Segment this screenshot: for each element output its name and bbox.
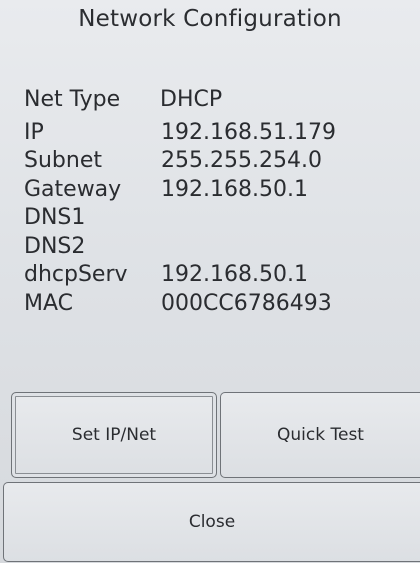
set-ip-net-button[interactable]: Set IP/Net [11,392,217,478]
gateway-row: Gateway 192.168.50.1 [24,176,404,205]
ip-label: IP [24,119,44,145]
dns2-row: DNS2 [24,233,404,262]
dhcp-server-row: dhcpServ 192.168.50.1 [24,261,404,290]
close-button[interactable]: Close [3,482,420,562]
network-info-list: Net Type DHCP IP 192.168.51.179 Subnet 2… [24,86,404,318]
quick-test-label: Quick Test [277,425,364,445]
dns1-label: DNS1 [24,205,86,230]
set-ip-net-label: Set IP/Net [71,425,157,445]
net-type-value: DHCP [160,87,223,112]
net-type-label: Net Type [24,87,121,112]
quick-test-button[interactable]: Quick Test [220,392,420,478]
gateway-value: 192.168.50.1 [161,176,308,202]
ip-row: IP 192.168.51.179 [24,119,404,148]
ip-value: 192.168.51.179 [161,119,336,145]
close-label: Close [188,512,236,532]
mac-label: MAC [24,290,74,316]
dns1-row: DNS1 [24,204,404,233]
mac-row: MAC 000CC6786493 [24,290,404,319]
dns2-label: DNS2 [24,233,86,259]
net-type-row: Net Type DHCP [24,86,404,115]
network-config-screen: Network Configuration Net Type DHCP IP 1… [0,0,420,563]
subnet-label: Subnet [24,148,102,173]
subnet-row: Subnet 255.255.254.0 [24,147,404,176]
subnet-value: 255.255.254.0 [161,148,322,173]
dhcp-server-value: 192.168.50.1 [161,262,308,287]
page-title: Network Configuration [78,6,342,32]
dhcp-server-label: dhcpServ [24,262,128,287]
gateway-label: Gateway [24,176,122,202]
mac-value: 000CC6786493 [161,290,332,316]
